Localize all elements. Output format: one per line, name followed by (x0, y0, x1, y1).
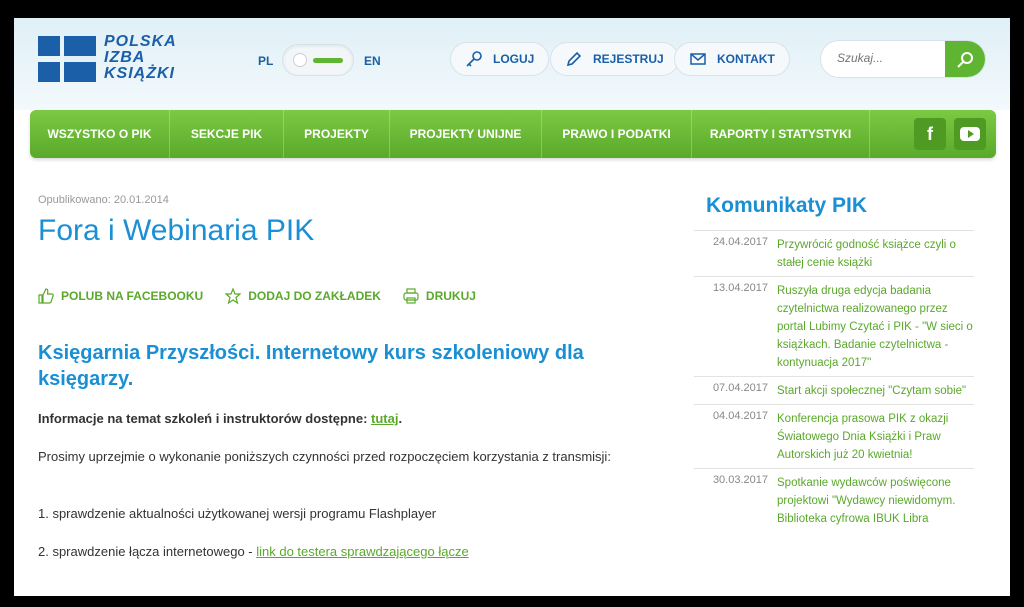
search-box (820, 40, 986, 78)
logo-mark-icon (38, 36, 96, 82)
news-item[interactable]: 07.04.2017 Start akcji społecznej "Czyta… (694, 376, 974, 404)
search-button[interactable] (945, 41, 985, 77)
nav-item-projekty-unijne[interactable]: PROJEKTY UNIJNE (390, 110, 542, 158)
nav-item-sekcje-pik[interactable]: SEKCJE PIK (170, 110, 284, 158)
news-item[interactable]: 13.04.2017 Ruszyła druga edycja badania … (694, 276, 974, 376)
info-end: . (398, 411, 403, 426)
lang-en-label[interactable]: EN (364, 54, 381, 68)
connection-test-link[interactable]: link do testera sprawdzającego łącze (256, 544, 468, 559)
publish-date: Opublikowano: 20.01.2014 (38, 194, 169, 206)
print-button[interactable]: DRUKUJ (403, 288, 476, 304)
news-date: 24.04.2017 (712, 236, 768, 248)
news-item[interactable]: 30.03.2017 Spotkanie wydawców poświęcone… (694, 468, 974, 532)
news-date: 13.04.2017 (712, 282, 768, 294)
step-two-text: 2. sprawdzenie łącza internetowego - (38, 544, 257, 559)
news-date: 30.03.2017 (712, 474, 768, 486)
nav-item-projekty[interactable]: PROJEKTY (284, 110, 390, 158)
news-link[interactable]: Start akcji społecznej "Czytam sobie" (777, 382, 974, 400)
logo-line: IZBA (104, 49, 146, 66)
step-one: 1. sprawdzenie aktualności użytkowanej w… (38, 506, 437, 521)
printer-icon (403, 288, 419, 304)
toggle-knob (293, 53, 307, 67)
key-icon (466, 51, 482, 67)
news-item[interactable]: 04.04.2017 Konferencja prasowa PIK z oka… (694, 404, 974, 468)
nav-item-prawo-i-podatki[interactable]: PRAWO I PODATKI (542, 110, 692, 158)
play-icon (960, 127, 980, 141)
facebook-icon[interactable]: f (914, 118, 946, 150)
search-input[interactable] (837, 51, 937, 65)
article-actions: POLUB NA FACEBOOKU DODAJ DO ZAKŁADEK DRU… (38, 288, 476, 304)
search-icon (957, 52, 973, 68)
register-label: REJESTRUJ (593, 52, 664, 66)
logo-line: POLSKA (104, 33, 177, 50)
site-header: POLSKA IZBA KSIĄŻKI PL EN LOGUJ REJESTRU… (14, 18, 1010, 110)
star-icon (225, 288, 242, 304)
pik-logo[interactable]: POLSKA IZBA KSIĄŻKI (38, 34, 218, 90)
news-link[interactable]: Przywrócić godność książce czyli o stałe… (777, 236, 974, 272)
language-toggle[interactable] (282, 44, 354, 76)
nav-item-raporty-i-statystyki[interactable]: RAPORTY I STATYSTYKI (692, 110, 870, 158)
nav-item-wszystko-o-pik[interactable]: WSZYSTKO O PIK (30, 110, 170, 158)
news-item[interactable]: 24.04.2017 Przywrócić godność książce cz… (694, 230, 974, 276)
add-bookmark-label: DODAJ DO ZAKŁADEK (248, 289, 381, 303)
news-list: 24.04.2017 Przywrócić godność książce cz… (694, 230, 974, 532)
like-facebook-button[interactable]: POLUB NA FACEBOOKU (38, 288, 203, 304)
news-link[interactable]: Spotkanie wydawców poświęcone projektowi… (777, 474, 974, 528)
news-date: 07.04.2017 (712, 382, 768, 394)
facebook-letter: f (927, 123, 933, 144)
step-two: 2. sprawdzenie łącza internetowego - lin… (38, 543, 638, 561)
contact-label: KONTAKT (717, 52, 775, 66)
toggle-bar (313, 58, 343, 63)
info-link[interactable]: tutaj (371, 411, 398, 426)
logo-line: KSIĄŻKI (104, 65, 175, 82)
pencil-icon (566, 51, 582, 67)
main-nav: WSZYSTKO O PIK SEKCJE PIK PROJEKTY PROJE… (30, 110, 996, 158)
contact-button[interactable]: KONTAKT (674, 42, 790, 76)
print-label: DRUKUJ (425, 289, 476, 303)
info-paragraph: Informacje na temat szkoleń i instruktor… (38, 410, 638, 428)
news-date: 04.04.2017 (712, 410, 768, 422)
instructions-paragraph: Prosimy uprzejmie o wykonanie poniższych… (38, 449, 611, 464)
logo-text: POLSKA IZBA KSIĄŻKI (104, 34, 177, 82)
envelope-icon (690, 53, 706, 65)
add-bookmark-button[interactable]: DODAJ DO ZAKŁADEK (225, 288, 381, 304)
news-link[interactable]: Ruszyła druga edycja badania czytelnictw… (777, 282, 974, 372)
like-facebook-label: POLUB NA FACEBOOKU (61, 289, 204, 303)
article-subtitle: Księgarnia Przyszłości. Internetowy kurs… (38, 342, 584, 390)
login-button[interactable]: LOGUJ (450, 42, 550, 76)
news-link[interactable]: Konferencja prasowa PIK z okazji Światow… (777, 410, 974, 464)
page-title: Fora i Webinaria PIK (38, 214, 315, 247)
lang-pl-label[interactable]: PL (258, 54, 273, 68)
register-button[interactable]: REJESTRUJ (550, 42, 679, 76)
thumbs-up-icon (38, 288, 54, 304)
sidebar-title: Komunikaty PIK (706, 194, 868, 217)
login-label: LOGUJ (493, 52, 535, 66)
info-text: Informacje na temat szkoleń i instruktor… (38, 411, 372, 426)
browser-page: POLSKA IZBA KSIĄŻKI PL EN LOGUJ REJESTRU… (14, 18, 1010, 596)
youtube-icon[interactable] (954, 118, 986, 150)
